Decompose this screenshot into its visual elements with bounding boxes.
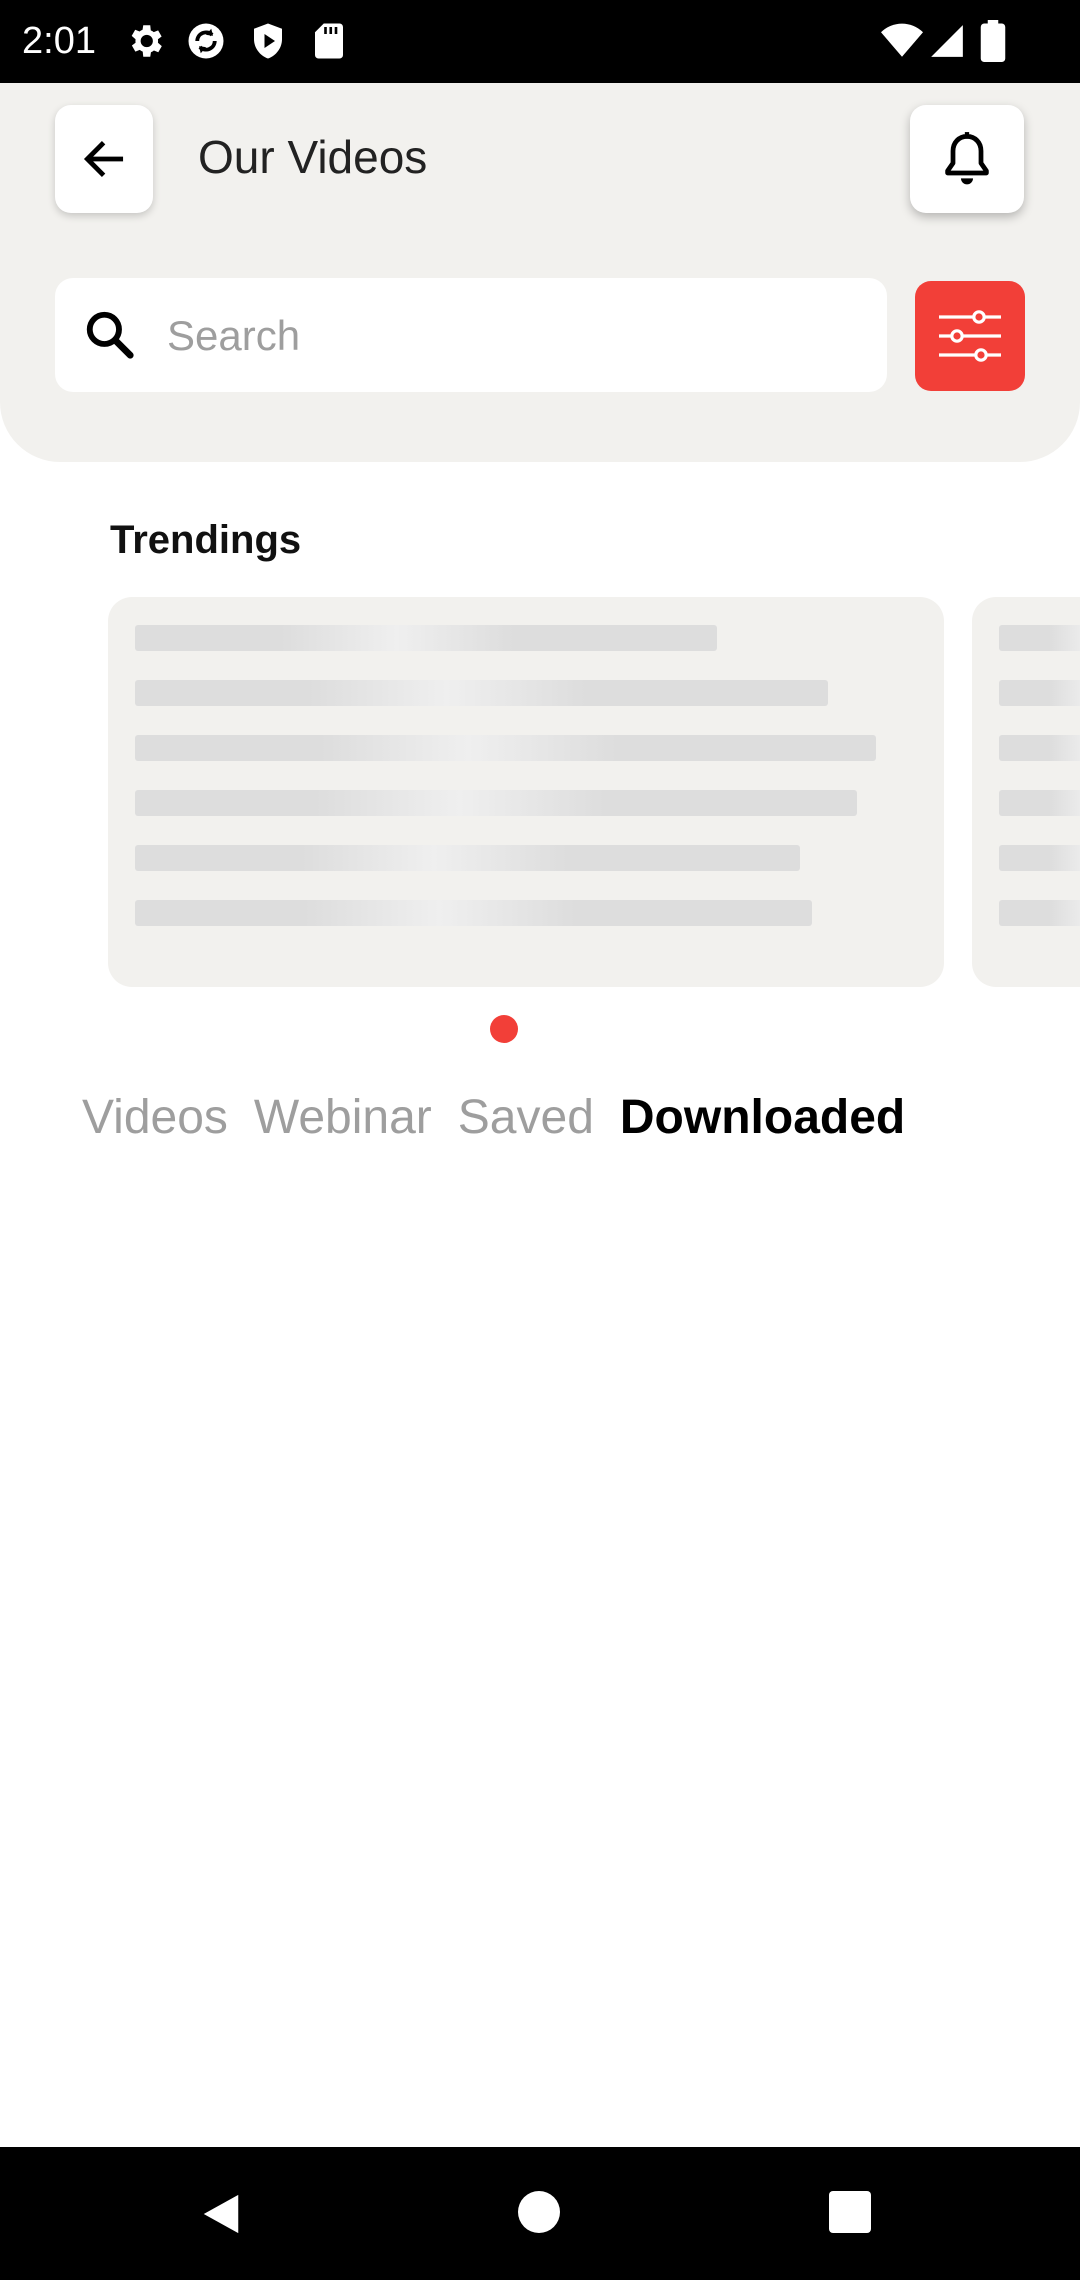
tab-downloaded[interactable]: Downloaded bbox=[620, 1090, 905, 1145]
skeleton-line bbox=[135, 900, 812, 926]
skeleton-line bbox=[135, 625, 717, 651]
trending-card-skeleton[interactable] bbox=[972, 597, 1080, 987]
skeleton-line bbox=[999, 845, 1080, 871]
cell-signal-icon bbox=[931, 25, 963, 57]
battery-icon bbox=[980, 20, 1006, 62]
skeleton-line bbox=[999, 790, 1080, 816]
search-icon bbox=[86, 311, 134, 359]
search-box[interactable] bbox=[55, 278, 887, 392]
gear-icon bbox=[131, 25, 162, 57]
skeleton-line bbox=[999, 680, 1080, 706]
recents-square-icon[interactable] bbox=[829, 2191, 871, 2233]
home-circle-icon[interactable] bbox=[518, 2191, 560, 2233]
search-input[interactable] bbox=[165, 298, 869, 374]
wifi-icon bbox=[881, 23, 923, 57]
skeleton-line bbox=[999, 900, 1080, 926]
skeleton-line bbox=[999, 735, 1080, 761]
sliders-icon bbox=[939, 310, 1001, 362]
skeleton-line bbox=[135, 735, 876, 761]
status-bar: 2:01 bbox=[0, 0, 1080, 83]
arrow-left-icon bbox=[83, 141, 124, 177]
bell-icon bbox=[945, 132, 989, 185]
back-button[interactable] bbox=[55, 105, 153, 213]
skeleton-line bbox=[135, 790, 857, 816]
back-triangle-icon[interactable] bbox=[198, 2191, 244, 2237]
filter-button[interactable] bbox=[915, 281, 1025, 391]
tab-videos[interactable]: Videos bbox=[82, 1090, 228, 1145]
sync-icon bbox=[188, 23, 224, 59]
section-title-trendings: Trendings bbox=[110, 518, 302, 562]
tab-saved[interactable]: Saved bbox=[458, 1090, 594, 1145]
page-title: Our Videos bbox=[198, 131, 428, 183]
tab-webinar[interactable]: Webinar bbox=[254, 1090, 432, 1145]
system-nav-bar bbox=[0, 2147, 1080, 2280]
shield-play-icon bbox=[254, 23, 282, 59]
notifications-button[interactable] bbox=[910, 105, 1024, 213]
skeleton-line bbox=[999, 625, 1080, 651]
skeleton-line bbox=[135, 845, 800, 871]
carousel-page-indicator[interactable] bbox=[490, 1015, 518, 1043]
skeleton-line bbox=[135, 680, 828, 706]
category-tabs: Videos Webinar Saved Downloaded bbox=[82, 1090, 905, 1160]
sd-card-icon bbox=[315, 23, 343, 59]
status-time: 2:01 bbox=[22, 20, 96, 62]
trending-card-skeleton[interactable] bbox=[108, 597, 944, 987]
